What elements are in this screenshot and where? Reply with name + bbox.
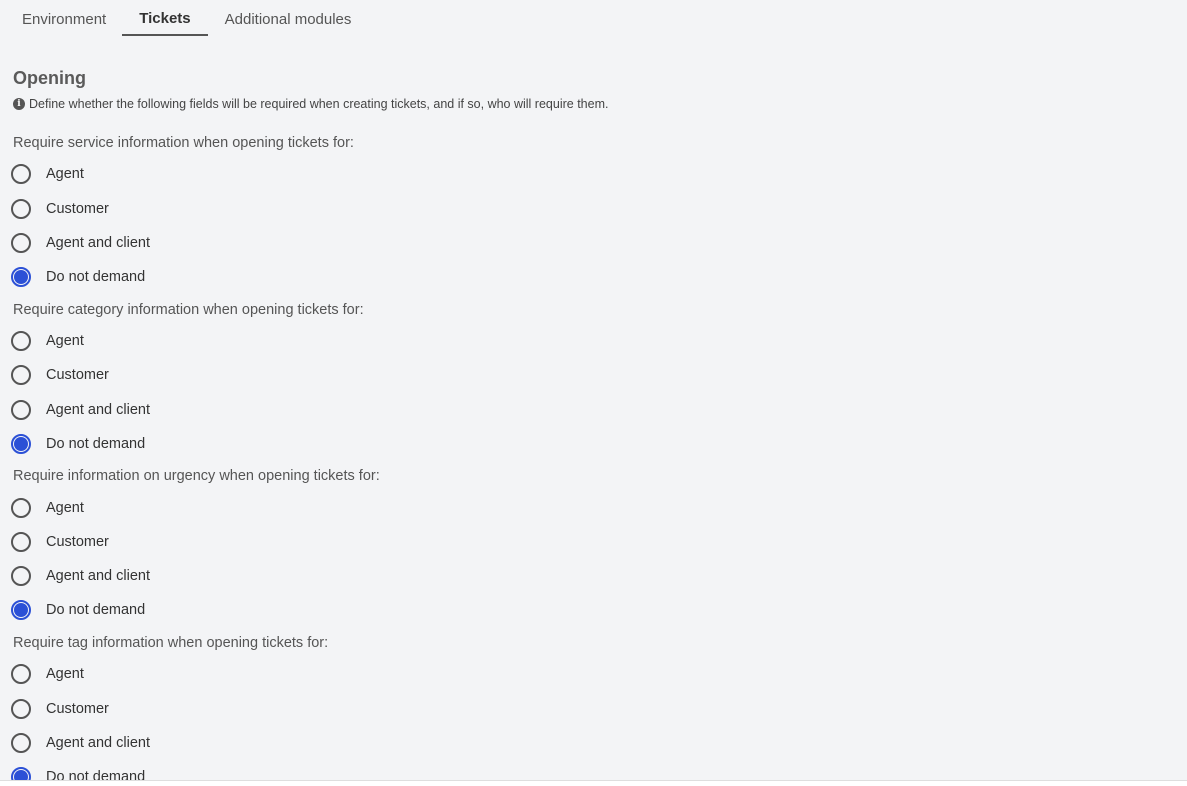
radio-option-customer[interactable]: Customer bbox=[11, 529, 109, 555]
radio-label: Agent and client bbox=[46, 734, 150, 751]
radio-label: Agent and client bbox=[46, 401, 150, 418]
info-icon: i bbox=[13, 98, 25, 110]
group-label: Require service information when opening… bbox=[13, 135, 354, 151]
radio-label: Agent bbox=[46, 499, 84, 516]
radio-label: Customer bbox=[46, 700, 109, 717]
radio-label: Do not demand bbox=[46, 768, 146, 781]
radio-option-do-not-demand[interactable]: Do not demand bbox=[11, 264, 145, 290]
radio-button[interactable] bbox=[11, 565, 31, 586]
radio-option-agent[interactable]: Agent bbox=[11, 495, 84, 521]
radio-button[interactable] bbox=[11, 531, 31, 552]
radio-option-do-not-demand[interactable]: Do not demand bbox=[11, 764, 146, 781]
radio-button[interactable] bbox=[11, 399, 31, 420]
tab-tickets[interactable]: Tickets bbox=[122, 0, 208, 36]
radio-button-selected[interactable] bbox=[11, 766, 31, 780]
radio-option-agent[interactable]: Agent bbox=[11, 161, 84, 187]
radio-button[interactable] bbox=[11, 365, 31, 385]
radio-label: Customer bbox=[46, 200, 109, 217]
group-label: Require category information when openin… bbox=[13, 301, 364, 318]
radio-label: Customer bbox=[46, 367, 109, 383]
radio-label: Agent bbox=[46, 333, 84, 349]
radio-label: Agent and client bbox=[46, 234, 150, 251]
radio-option-agent-and-client[interactable]: Agent and client bbox=[11, 730, 150, 756]
radio-option-do-not-demand[interactable]: Do not demand bbox=[11, 431, 145, 457]
radio-option-customer[interactable]: Customer bbox=[11, 696, 109, 722]
settings-page: Environment Tickets Additional modules O… bbox=[0, 0, 1187, 780]
category-requirement-group: Require category information when openin… bbox=[0, 302, 1187, 469]
radio-button[interactable] bbox=[11, 698, 31, 719]
radio-label: Do not demand bbox=[46, 601, 146, 618]
radio-label: Do not demand bbox=[46, 435, 146, 452]
radio-button-selected[interactable] bbox=[11, 266, 31, 287]
radio-button[interactable] bbox=[11, 164, 31, 184]
radio-option-agent-and-client[interactable]: Agent and client bbox=[11, 230, 150, 256]
radio-button[interactable] bbox=[11, 497, 31, 518]
tag-requirement-group: Require tag information when opening tic… bbox=[0, 634, 1187, 781]
radio-option-agent[interactable]: Agent bbox=[11, 328, 84, 354]
radio-button[interactable] bbox=[11, 232, 31, 253]
tab-environment[interactable]: Environment bbox=[13, 0, 122, 36]
radio-option-agent-and-client[interactable]: Agent and client bbox=[11, 563, 150, 589]
radio-button[interactable] bbox=[11, 732, 31, 753]
tab-additional-modules[interactable]: Additional modules bbox=[208, 0, 361, 36]
section-title: Opening bbox=[13, 68, 86, 88]
radio-label: Agent bbox=[46, 666, 84, 682]
radio-label: Agent bbox=[46, 166, 84, 182]
radio-button[interactable] bbox=[11, 198, 31, 219]
radio-option-customer[interactable]: Customer bbox=[11, 362, 109, 388]
urgency-requirement-group: Require information on urgency when open… bbox=[0, 468, 1187, 635]
radio-label: Agent and client bbox=[46, 567, 150, 584]
radio-button[interactable] bbox=[11, 331, 31, 351]
service-requirement-group: Require service information when opening… bbox=[0, 135, 1187, 302]
section-hint-text: Define whether the following fields will… bbox=[29, 97, 609, 111]
group-label: Require tag information when opening tic… bbox=[13, 634, 329, 651]
radio-option-do-not-demand[interactable]: Do not demand bbox=[11, 597, 145, 623]
group-label: Require information on urgency when open… bbox=[13, 468, 380, 484]
section-hint: i Define whether the following fields wi… bbox=[13, 97, 608, 111]
bottom-edge bbox=[0, 780, 1187, 786]
requirement-groups: Require service information when opening… bbox=[0, 135, 1187, 780]
radio-button-selected[interactable] bbox=[11, 433, 31, 454]
radio-label: Do not demand bbox=[46, 268, 146, 285]
radio-button-selected[interactable] bbox=[11, 599, 31, 620]
tab-bar: Environment Tickets Additional modules bbox=[13, 0, 360, 36]
radio-button[interactable] bbox=[11, 664, 31, 684]
radio-option-agent[interactable]: Agent bbox=[11, 661, 84, 687]
radio-option-customer[interactable]: Customer bbox=[11, 196, 109, 222]
radio-label: Customer bbox=[46, 533, 109, 550]
radio-option-agent-and-client[interactable]: Agent and client bbox=[11, 397, 150, 423]
